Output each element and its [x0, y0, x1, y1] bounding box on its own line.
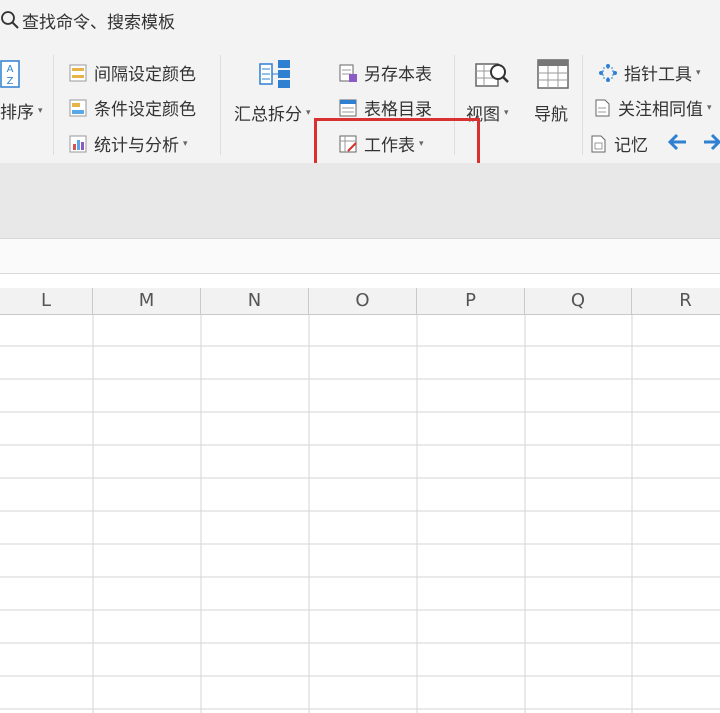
table-toc-button[interactable]: 表格目录 [338, 95, 432, 120]
table-toc-icon [339, 99, 357, 116]
interval-color-button[interactable]: 间隔设定颜色 [68, 60, 196, 85]
chevron-down-icon: ▾ [306, 107, 311, 118]
column-header-r[interactable]: R [632, 288, 720, 314]
save-sheet-icon [339, 64, 357, 82]
memory-label: 记忆 [614, 136, 648, 156]
focus-same-value-icon [595, 99, 610, 116]
formula-bar[interactable] [0, 238, 720, 274]
group-divider [220, 55, 221, 155]
memory-button[interactable]: 记忆 [588, 131, 648, 156]
navigation-grid-icon [537, 59, 569, 89]
column-header-o[interactable]: O [309, 288, 417, 314]
focus-same-value-button[interactable]: 关注相同值 ▾ [592, 95, 712, 120]
group-divider [53, 55, 54, 155]
stats-analysis-icon [69, 135, 87, 152]
navigation-button[interactable]: 导航 [534, 100, 568, 125]
save-sheet-button[interactable]: 另存本表 [338, 60, 432, 85]
condition-color-icon [69, 99, 87, 116]
column-header-l[interactable]: L [0, 288, 93, 314]
condition-color-button[interactable]: 条件设定颜色 [68, 95, 196, 120]
column-header-row: L M N O P Q R [0, 288, 720, 315]
focus-same-value-label: 关注相同值 [618, 100, 703, 120]
group-divider [582, 55, 583, 155]
command-search[interactable]: 查找命令、搜索模板 [0, 6, 175, 34]
interval-color-label: 间隔设定颜色 [94, 65, 196, 85]
view-magnifier-icon [475, 63, 509, 87]
navigation-label: 导航 [534, 105, 568, 125]
sort-button[interactable]: 排序 ▾ [0, 98, 43, 123]
column-header-p[interactable]: P [417, 288, 525, 314]
pointer-tool-label: 指针工具 [624, 65, 692, 85]
chevron-down-icon: ▾ [707, 102, 712, 113]
summary-split-button[interactable]: 汇总拆分 ▾ [234, 100, 311, 125]
condition-color-label: 条件设定颜色 [94, 100, 196, 120]
table-toc-label: 表格目录 [364, 100, 432, 120]
sort-label: 排序 [0, 103, 34, 123]
cell-grid[interactable] [0, 315, 720, 713]
chevron-down-icon: ▾ [38, 105, 43, 116]
summary-split-label: 汇总拆分 [234, 105, 302, 125]
svg-text:A: A [7, 64, 14, 75]
column-header-n[interactable]: N [201, 288, 309, 314]
column-header-q[interactable]: Q [525, 288, 632, 314]
sort-az-icon: A Z [0, 60, 20, 88]
ribbon-toolbar: 查找命令、搜索模板 A Z 排序 ▾ 间隔设定颜色 条件设定颜色 统计与分析 ▾ [0, 0, 720, 180]
memory-icon [591, 135, 606, 152]
save-sheet-label: 另存本表 [364, 65, 432, 85]
stats-analysis-button[interactable]: 统计与分析 ▾ [68, 131, 188, 156]
svg-text:Z: Z [7, 76, 14, 87]
chevron-down-icon: ▾ [183, 138, 188, 149]
chevron-down-icon: ▾ [504, 107, 509, 118]
arrow-left-icon[interactable] [666, 132, 688, 152]
search-icon [1, 11, 19, 29]
pointer-tool-icon [599, 63, 617, 82]
column-header-m[interactable]: M [93, 288, 201, 314]
arrow-right-icon[interactable] [702, 132, 720, 152]
search-placeholder: 查找命令、搜索模板 [22, 12, 175, 33]
toolbar-band [0, 163, 720, 238]
stats-analysis-label: 统计与分析 [94, 136, 179, 156]
interval-color-icon [69, 64, 87, 81]
chevron-down-icon: ▾ [696, 67, 701, 78]
pointer-tool-button[interactable]: 指针工具 ▾ [598, 60, 701, 85]
summary-split-icon [259, 60, 290, 88]
